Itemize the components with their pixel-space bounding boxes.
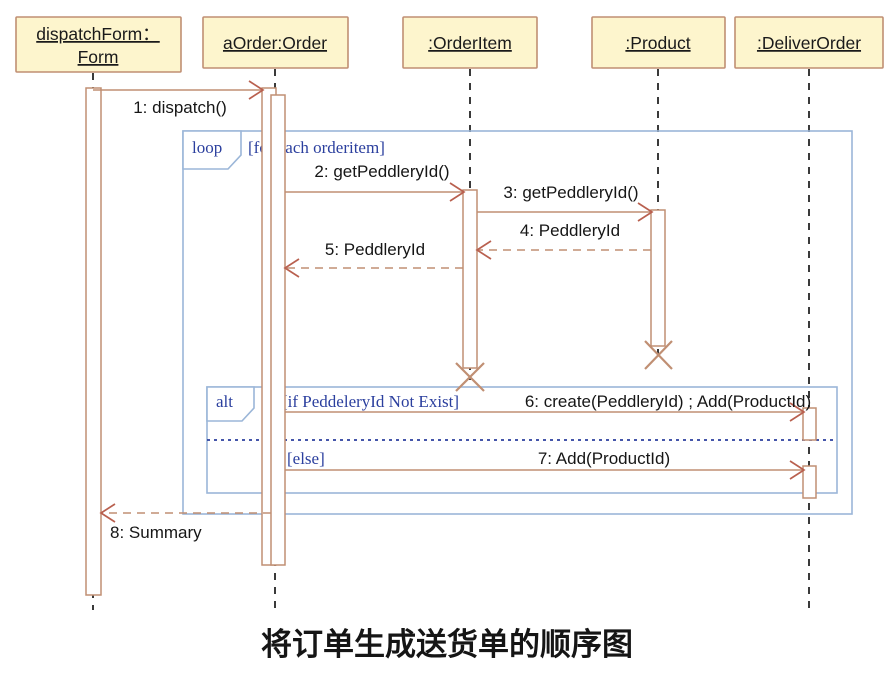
activation-deliverorder-add[interactable] [802, 465, 817, 499]
message-7[interactable]: 7: Add(ProductId) [285, 449, 806, 480]
lifeline-label: :Product [625, 33, 690, 53]
activation-product[interactable] [650, 209, 666, 347]
activation-aorder-inner[interactable] [270, 94, 286, 566]
fragment-alt-guard-else: [else] [287, 449, 325, 468]
message-8[interactable]: 8: Summary [99, 503, 271, 542]
message-1-label: 1: dispatch() [133, 98, 227, 117]
sequence-diagram-canvas: dispatchForm： Form aOrder:Order :OrderIt… [0, 0, 890, 676]
message-7-label: 7: Add(ProductId) [538, 449, 670, 468]
lifeline-label: :OrderItem [428, 33, 512, 53]
lifeline-label: :DeliverOrder [757, 33, 861, 53]
lifeline-label-line2: Form [78, 47, 119, 67]
lifeline-head-aorder[interactable]: aOrder:Order [202, 16, 349, 69]
diagram-caption: 将订单生成送货单的顺序图 [261, 627, 633, 662]
message-4[interactable]: 4: PeddleryId [475, 221, 651, 260]
message-2-label: 2: getPeddleryId() [314, 162, 449, 181]
message-8-label: 8: Summary [110, 523, 202, 542]
message-1[interactable]: 1: dispatch() [93, 80, 265, 117]
fragment-alt-operator: alt [216, 392, 233, 411]
message-6-label: 6: create(PeddleryId) ; Add(ProductId) [525, 392, 811, 411]
lifeline-head-product[interactable]: :Product [591, 16, 726, 69]
message-5[interactable]: 5: PeddleryId [283, 240, 463, 278]
lifeline-head-dispatchform[interactable]: dispatchForm： Form [15, 16, 182, 73]
message-2[interactable]: 2: getPeddleryId() [285, 162, 466, 202]
fragment-loop-operator: loop [192, 138, 222, 157]
lifeline-head-deliverorder[interactable]: :DeliverOrder [734, 16, 884, 69]
activation-orderitem[interactable] [462, 189, 478, 369]
message-3-label: 3: getPeddleryId() [503, 183, 638, 202]
sequence-diagram-svg: dispatchForm： Form aOrder:Order :OrderIt… [15, 16, 884, 662]
lifeline-label: aOrder:Order [223, 33, 327, 53]
message-4-label: 4: PeddleryId [520, 221, 620, 240]
fragment-alt-guard-if: [if PeddeleryId Not Exist] [282, 392, 459, 411]
message-5-label: 5: PeddleryId [325, 240, 425, 259]
activation-deliverorder-create[interactable] [802, 407, 817, 441]
lifeline-head-orderitem[interactable]: :OrderItem [402, 16, 538, 69]
activation-dispatchform[interactable] [85, 87, 102, 596]
lifeline-label: dispatchForm： [36, 24, 160, 44]
message-3[interactable]: 3: getPeddleryId() [477, 183, 654, 222]
